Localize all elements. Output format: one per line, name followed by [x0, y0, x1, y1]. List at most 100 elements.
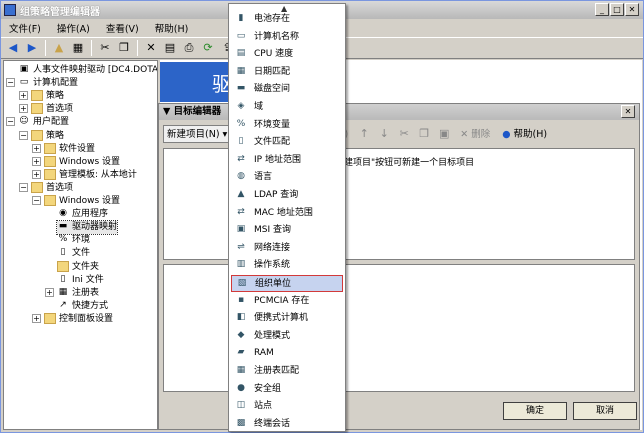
tree-node[interactable]: + 策略: [19, 90, 64, 103]
move-down-icon[interactable]: ↓: [376, 126, 392, 142]
maximize-button[interactable]: □: [610, 3, 624, 16]
collapse-icon[interactable]: −: [32, 196, 41, 205]
tree-node[interactable]: − 首选项: [19, 181, 73, 195]
menu-item[interactable]: ▯ 文件匹配: [231, 134, 343, 151]
cut-icon[interactable]: ✂: [97, 40, 113, 56]
tree-node-label: 应用程序: [72, 209, 109, 220]
tree-node[interactable]: 文件夹: [57, 260, 99, 274]
back-icon[interactable]: ◀: [5, 40, 21, 56]
menu-item[interactable]: ▭ 计算机名称: [231, 29, 343, 46]
tree-node[interactable]: + 管理模板: 从本地计: [32, 168, 137, 182]
tree-node[interactable]: + Windows 设置: [32, 155, 121, 169]
forward-icon[interactable]: ▶: [24, 40, 40, 56]
menu-item[interactable]: ● 安全组: [231, 381, 343, 398]
ok-button[interactable]: 确定: [503, 402, 567, 420]
tree-node[interactable]: ▣ 人事文件映射驱动 [DC4.DOTA.C: [18, 64, 157, 77]
menu-item[interactable]: ▤ CPU 速度: [231, 46, 343, 63]
tree-node[interactable]: + 控制面板设置: [32, 312, 114, 326]
network-icon: ⇄: [237, 153, 245, 164]
menu-file[interactable]: 文件(F): [1, 21, 49, 35]
cut-icon[interactable]: ✂: [396, 126, 412, 142]
move-up-icon[interactable]: ↑: [356, 126, 372, 142]
menu-item[interactable]: ◫ 站点: [231, 398, 343, 415]
registry-icon: ▦: [236, 365, 246, 375]
tree-node-label: 控制面板设置: [59, 313, 114, 324]
tree-node-label: Windows 设置: [59, 196, 121, 206]
collapse-icon[interactable]: −: [19, 182, 28, 192]
menu-item[interactable]: ◆ 处理模式: [231, 328, 343, 345]
copy-icon[interactable]: ❐: [116, 40, 132, 56]
menu-item-label: 网络连接: [254, 242, 291, 253]
print-icon[interactable]: ⎙: [181, 40, 197, 56]
expand-icon[interactable]: +: [19, 91, 28, 101]
cancel-button[interactable]: 取消: [573, 402, 637, 420]
expand-icon[interactable]: +: [32, 143, 41, 153]
copy-icon[interactable]: ❐: [416, 126, 432, 142]
help-button[interactable]: ● 帮助(H): [498, 125, 551, 143]
tree-node[interactable]: ▯ Ini 文件: [57, 274, 104, 287]
policy-icon: ▣: [19, 64, 29, 74]
tree-node[interactable]: + 首选项: [19, 103, 73, 116]
menu-item[interactable]: ▦ 注册表匹配: [231, 363, 343, 380]
delete-button[interactable]: ✕ 删除: [456, 125, 494, 143]
menu-item[interactable]: ◈ 域: [231, 99, 343, 116]
paste-icon[interactable]: ▣: [436, 126, 452, 142]
show-tree-icon[interactable]: ▦: [70, 40, 86, 56]
menu-item-label: CPU 速度: [254, 49, 294, 60]
minimize-button[interactable]: _: [595, 3, 609, 16]
menu-item[interactable]: ⇄ IP 地址范围: [231, 152, 343, 169]
menu-item-label: 终端会话: [254, 418, 291, 429]
menu-item[interactable]: ▦ 日期匹配: [231, 64, 343, 81]
tree-node[interactable]: − 策略: [19, 129, 64, 143]
collapse-icon[interactable]: −: [19, 130, 28, 140]
tree-node[interactable]: ↗ 快捷方式: [57, 300, 108, 313]
tree-node[interactable]: ◉ 应用程序: [57, 208, 108, 221]
site-icon: ◫: [236, 400, 246, 411]
menu-item[interactable]: ▣ MSI 查询: [231, 222, 343, 239]
menu-item[interactable]: ◧ 便携式计算机: [231, 310, 343, 327]
menu-view[interactable]: 查看(V): [98, 21, 147, 35]
tree-node[interactable]: − ▭ 计算机配置: [6, 77, 78, 90]
tree-node[interactable]: % 环境: [57, 234, 90, 247]
tree-node[interactable]: + 软件设置: [32, 142, 95, 156]
expand-icon[interactable]: +: [32, 169, 41, 179]
refresh-icon[interactable]: ⟳: [200, 40, 216, 56]
menu-item[interactable]: ▰ RAM: [231, 345, 343, 362]
menu-item[interactable]: ▮ 电池存在: [231, 11, 343, 28]
tree-node-label: Windows 设置: [59, 156, 121, 167]
folder-icon: [44, 155, 56, 167]
menu-item-label: MAC 地址范围: [254, 207, 313, 218]
tree-node[interactable]: − ☺ 用户配置: [6, 116, 69, 129]
menu-item[interactable]: % 环境变量: [231, 117, 343, 134]
up-folder-icon[interactable]: ▲: [51, 40, 67, 56]
dialog-close-button[interactable]: ✕: [621, 105, 635, 118]
expand-icon[interactable]: +: [32, 156, 41, 166]
tree-node[interactable]: + ▦ 注册表: [45, 287, 99, 300]
network-icon: ⇄: [237, 206, 245, 217]
properties-icon[interactable]: ▤: [162, 40, 178, 56]
expand-icon[interactable]: +: [19, 104, 28, 114]
menu-item[interactable]: ▪ PCMCIA 存在: [231, 293, 343, 310]
new-item-button[interactable]: 新建项目(N) ▾: [163, 125, 232, 143]
menu-item[interactable]: ▲ LDAP 查询: [231, 187, 343, 204]
tree-node[interactable]: ▯ 文件: [57, 247, 91, 260]
close-button[interactable]: ✕: [625, 3, 639, 16]
expand-icon[interactable]: +: [32, 313, 41, 323]
menu-item[interactable]: ▩ 终端会话: [231, 416, 343, 433]
delete-icon[interactable]: ✕: [143, 40, 159, 56]
menu-item[interactable]: ▧ 组织单位: [231, 275, 343, 292]
tree-node[interactable]: ▬ 驱动器映射: [55, 220, 119, 236]
tree-node[interactable]: − Windows 设置: [32, 195, 120, 208]
menu-item[interactable]: ▥ 操作系统: [231, 257, 343, 274]
registry-icon: ▦: [58, 286, 68, 297]
collapse-icon[interactable]: −: [6, 78, 15, 88]
menu-item[interactable]: ◍ 语言: [231, 169, 343, 186]
menu-action[interactable]: 操作(A): [49, 21, 98, 35]
toolbar-separator: [91, 40, 92, 56]
collapse-icon[interactable]: −: [6, 117, 15, 127]
menu-item[interactable]: ⇄ MAC 地址范围: [231, 205, 343, 222]
menu-item[interactable]: ▬ 磁盘空间: [231, 81, 343, 98]
menu-item[interactable]: ⇌ 网络连接: [231, 240, 343, 257]
menu-help[interactable]: 帮助(H): [147, 21, 197, 35]
expand-icon[interactable]: +: [45, 287, 54, 297]
